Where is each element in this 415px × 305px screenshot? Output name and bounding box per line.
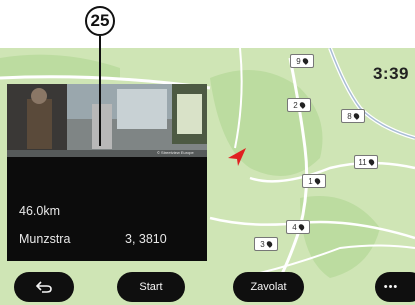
callout-line [98,36,101,146]
street-photo: © Streetview Europe [7,84,207,157]
camera-count: 8 [347,111,352,121]
navigation-screen: 3:39 9 2 8 11 1 4 3 © Streetview Europe … [0,48,415,305]
back-button[interactable] [14,272,74,302]
camera-count: 1 [308,176,313,186]
back-arrow-icon [36,281,52,293]
street-number: 3, 3810 [125,232,167,246]
pin-icon [298,101,307,109]
pin-icon [265,240,274,248]
pin-icon [297,223,306,231]
callout-marker: 25 [85,6,115,36]
camera-count: 4 [292,222,297,232]
speed-camera-marker[interactable]: 4 [286,220,310,234]
speed-camera-info-panel: © Streetview Europe 46.0km Munzstra 3, 3… [7,84,207,261]
speed-camera-marker[interactable]: 3 [254,237,278,251]
street-name: Munzstra [19,232,71,246]
start-label: Start [139,281,163,293]
pin-icon [301,57,310,65]
navigation-arrow-icon [228,148,246,166]
camera-count: 9 [296,56,301,66]
camera-count: 11 [358,157,367,167]
speed-camera-marker[interactable]: 1 [302,174,326,188]
pin-icon [352,112,361,120]
more-icon: ••• [383,281,399,293]
photo-credit: © Streetview Europe [157,150,195,155]
start-button[interactable]: Start [117,272,185,302]
call-button[interactable]: Zavolat [233,272,304,302]
pin-icon [367,158,376,166]
speed-camera-marker[interactable]: 11 [354,155,378,169]
clock: 3:39 [372,64,409,83]
pin-icon [313,177,322,185]
speed-camera-marker[interactable]: 8 [341,109,365,123]
call-label: Zavolat [250,281,287,293]
camera-count: 2 [293,100,298,110]
more-options-button[interactable]: ••• [375,272,415,302]
speed-camera-marker[interactable]: 2 [287,98,311,112]
distance-value: 46.0km [19,204,60,218]
speed-camera-marker[interactable]: 9 [290,54,314,68]
camera-count: 3 [260,239,265,249]
